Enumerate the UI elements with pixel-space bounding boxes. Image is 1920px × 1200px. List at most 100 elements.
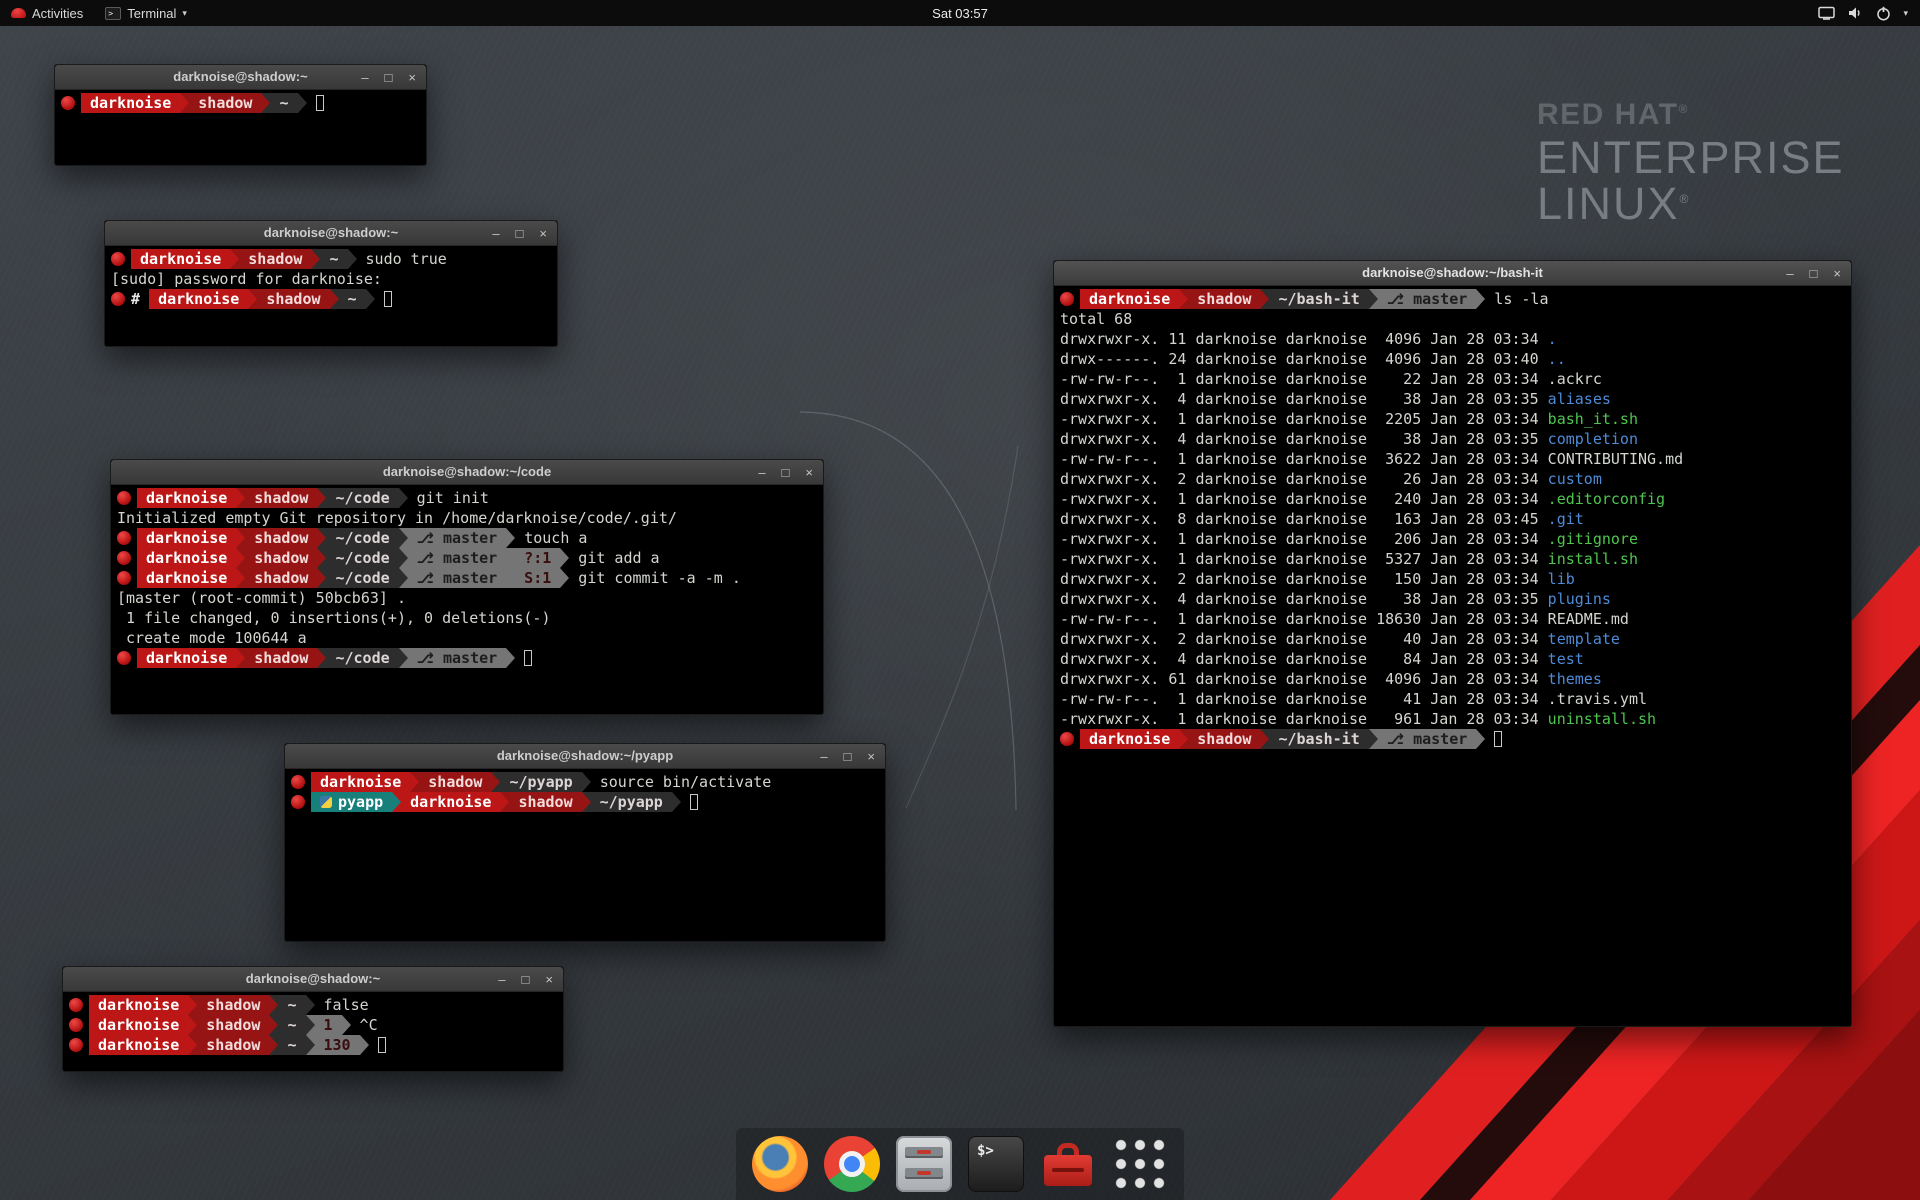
output-line: [sudo] password for darknoise:	[111, 269, 551, 289]
output-line: -rwxrwxr-x. 1 darknoise darknoise 240 Ja…	[1060, 489, 1845, 509]
prompt-line: darknoiseshadow~/code⎇ master	[117, 648, 817, 668]
powerline-arrow-icon	[180, 93, 189, 113]
power-icon	[1876, 6, 1891, 21]
system-status-area[interactable]: ▾	[1818, 0, 1920, 26]
powerline-arrow-icon	[188, 1035, 197, 1055]
clock[interactable]: Sat 03:57	[932, 6, 988, 21]
close-button[interactable]: ×	[539, 227, 547, 240]
output-line: drwx------. 24 darknoise darknoise 4096 …	[1060, 349, 1845, 369]
command-text: false	[315, 996, 369, 1014]
titlebar[interactable]: darknoise@shadow:~ – □ ×	[63, 967, 563, 992]
close-button[interactable]: ×	[805, 466, 813, 479]
titlebar[interactable]: darknoise@shadow:~/bash-it – □ ×	[1054, 261, 1851, 286]
prompt-segment-path: ~/pyapp	[500, 772, 581, 792]
titlebar[interactable]: darknoise@shadow:~/code – □ ×	[111, 460, 823, 485]
prompt-segment-path: ~	[278, 1035, 305, 1055]
close-button[interactable]: ×	[545, 973, 553, 986]
prompt-line: darknoiseshadow~/bash-it⎇ master ls -la	[1060, 289, 1845, 309]
output-text: -rw-rw-r--. 1 darknoise darknoise 22 Jan…	[1060, 370, 1548, 388]
window-title: darknoise@shadow:~/code	[111, 460, 823, 484]
dock-firefox-icon[interactable]	[752, 1136, 808, 1192]
prompt-segment-user: darknoise	[89, 1035, 188, 1055]
minimize-button[interactable]: –	[498, 973, 505, 986]
output-text: drwx------. 24 darknoise darknoise 4096 …	[1060, 350, 1548, 368]
titlebar[interactable]: darknoise@shadow:~ – □ ×	[105, 221, 557, 246]
prompt-segment-host: shadow	[245, 568, 317, 588]
powerline-arrow-icon	[366, 289, 375, 309]
terminal-content[interactable]: darknoiseshadow~/pyapp source bin/activa…	[285, 769, 885, 941]
output-line: drwxrwxr-x. 61 darknoise darknoise 4096 …	[1060, 669, 1845, 689]
redhat-prompt-icon	[117, 571, 131, 585]
terminal-content[interactable]: darknoiseshadow~/bash-it⎇ master ls -lat…	[1054, 286, 1851, 1026]
terminal-window-code[interactable]: darknoise@shadow:~/code – □ × darknoises…	[110, 459, 824, 715]
redhat-prompt-icon	[117, 651, 131, 665]
maximize-button[interactable]: □	[782, 466, 790, 479]
close-button[interactable]: ×	[1833, 267, 1841, 280]
minimize-button[interactable]: –	[820, 750, 827, 763]
minimize-button[interactable]: –	[1786, 267, 1793, 280]
prompt-segment-host: shadow	[257, 289, 329, 309]
powerline-arrow-icon	[306, 1035, 315, 1055]
maximize-button[interactable]: □	[844, 750, 852, 763]
output-line: drwxrwxr-x. 2 darknoise darknoise 40 Jan…	[1060, 629, 1845, 649]
terminal-content[interactable]: darknoiseshadow~/code git initInitialize…	[111, 485, 823, 714]
output-text: README.md	[1548, 610, 1629, 628]
minimize-button[interactable]: –	[492, 227, 499, 240]
close-button[interactable]: ×	[867, 750, 875, 763]
prompt-segment-host: shadow	[419, 772, 491, 792]
maximize-button[interactable]: □	[516, 227, 524, 240]
terminal-window-pyapp[interactable]: darknoise@shadow:~/pyapp – □ × darknoise…	[284, 743, 886, 942]
screen-icon	[1818, 6, 1835, 20]
command-text: source bin/activate	[591, 773, 772, 791]
prompt-line: darknoiseshadow~ false	[69, 995, 557, 1015]
terminal-window-sudo[interactable]: darknoise@shadow:~ – □ × darknoiseshadow…	[104, 220, 558, 347]
dock-toolbox-icon[interactable]	[1040, 1136, 1096, 1192]
powerline-arrow-icon	[311, 249, 320, 269]
app-menu-terminal[interactable]: > Terminal ▾	[94, 0, 198, 26]
root-hash: #	[131, 290, 149, 308]
prompt-segment-path: ~	[278, 1015, 305, 1035]
window-title: darknoise@shadow:~/bash-it	[1054, 261, 1851, 285]
brand-line-redhat: RED HAT®	[1537, 98, 1845, 132]
terminal-window-bash-it[interactable]: darknoise@shadow:~/bash-it – □ × darknoi…	[1053, 260, 1852, 1027]
dock-app-grid-icon[interactable]	[1112, 1136, 1168, 1192]
terminal-cursor	[378, 1037, 386, 1053]
redhat-prompt-icon	[69, 1018, 83, 1032]
dock-terminal-icon[interactable]: $>	[968, 1136, 1024, 1192]
maximize-button[interactable]: □	[1810, 267, 1818, 280]
terminal-content[interactable]: darknoiseshadow~ sudo true[sudo] passwor…	[105, 246, 557, 346]
maximize-button[interactable]: □	[385, 71, 393, 84]
output-text: -rwxrwxr-x. 1 darknoise darknoise 961 Ja…	[1060, 710, 1548, 728]
powerline-arrow-icon	[269, 995, 278, 1015]
output-line: -rw-rw-r--. 1 darknoise darknoise 18630 …	[1060, 609, 1845, 629]
titlebar[interactable]: darknoise@shadow:~ – □ ×	[55, 65, 426, 90]
output-text: create mode 100644 a	[117, 629, 307, 647]
output-line: -rw-rw-r--. 1 darknoise darknoise 22 Jan…	[1060, 369, 1845, 389]
minimize-button[interactable]: –	[361, 71, 368, 84]
dock-chrome-icon[interactable]	[824, 1136, 880, 1192]
activities-button[interactable]: Activities	[0, 0, 94, 26]
prompt-segment-st: 130	[315, 1035, 360, 1055]
terminal-content[interactable]: darknoiseshadow~	[55, 90, 426, 165]
titlebar[interactable]: darknoise@shadow:~/pyapp – □ ×	[285, 744, 885, 769]
prompt-segment-user: darknoise	[1080, 729, 1179, 749]
prompt-segment-path: ~/code	[326, 528, 398, 548]
output-text: drwxrwxr-x. 4 darknoise darknoise 84 Jan…	[1060, 650, 1548, 668]
redhat-prompt-icon	[117, 531, 131, 545]
powerline-arrow-icon	[399, 648, 408, 668]
terminal-window-home-2[interactable]: darknoise@shadow:~ – □ × darknoiseshadow…	[62, 966, 564, 1072]
output-text: -rw-rw-r--. 1 darknoise darknoise 3622 J…	[1060, 450, 1548, 468]
command-text: ls -la	[1485, 290, 1548, 308]
terminal-window-home-1[interactable]: darknoise@shadow:~ – □ × darknoiseshadow…	[54, 64, 427, 166]
prompt-segment-host: shadow	[1188, 289, 1260, 309]
command-text: git add a	[569, 549, 659, 567]
close-button[interactable]: ×	[408, 71, 416, 84]
powerline-arrow-icon	[248, 289, 257, 309]
top-bar: Activities > Terminal ▾ Sat 03:57 ▾	[0, 0, 1920, 26]
minimize-button[interactable]: –	[758, 466, 765, 479]
dock-files-icon[interactable]	[896, 1136, 952, 1192]
maximize-button[interactable]: □	[522, 973, 530, 986]
output-text: .git	[1548, 510, 1584, 528]
powerline-arrow-icon	[582, 792, 591, 812]
terminal-content[interactable]: darknoiseshadow~ falsedarknoiseshadow~1 …	[63, 992, 563, 1071]
